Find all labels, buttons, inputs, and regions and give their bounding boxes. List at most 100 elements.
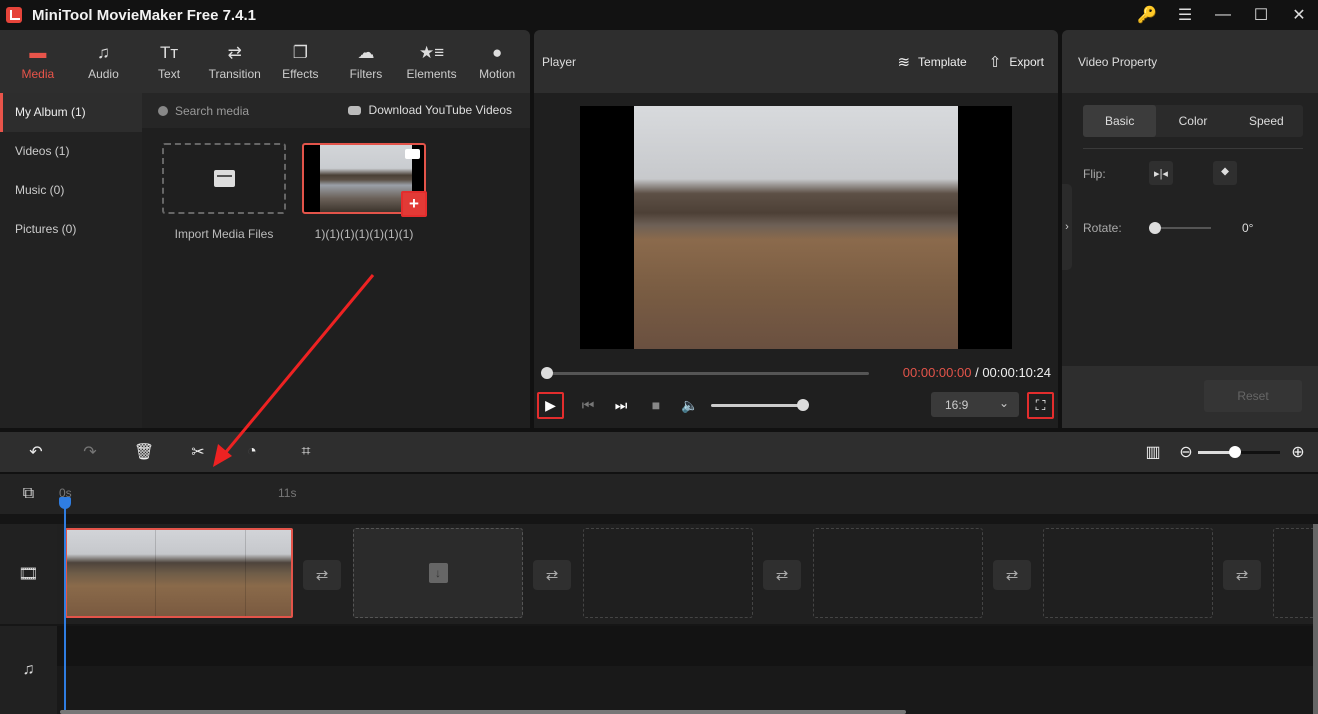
tab-audio[interactable]: ♫ Audio xyxy=(71,30,137,93)
transition-slot-button[interactable]: ⇄ xyxy=(533,560,571,590)
timeline-horizontal-scrollbar[interactable] xyxy=(60,710,906,714)
property-header: Video Property xyxy=(1062,30,1318,93)
motion-icon: ● xyxy=(492,43,503,62)
transition-slot-button[interactable]: ⇄ xyxy=(763,560,801,590)
playback-progress-handle[interactable] xyxy=(541,367,553,379)
time-separator: / xyxy=(971,365,983,380)
folder-icon xyxy=(213,170,235,187)
volume-slider[interactable] xyxy=(711,404,803,407)
template-button[interactable]: ≋ Template xyxy=(897,53,966,71)
import-slot-icon: ↓ xyxy=(428,563,448,583)
add-to-timeline-button[interactable]: + xyxy=(401,191,427,217)
timeline-ruler[interactable]: ⧉ 0s 11s xyxy=(0,474,1318,514)
tab-basic[interactable]: Basic xyxy=(1083,105,1157,137)
tab-label: Motion xyxy=(479,67,516,81)
delete-icon[interactable]: 🗑 xyxy=(132,441,156,463)
player-title: Player xyxy=(542,54,577,69)
transition-slot-button[interactable]: ⇄ xyxy=(1223,560,1261,590)
previous-frame-button[interactable]: ⏮ xyxy=(580,394,596,416)
close-icon[interactable]: ✕ xyxy=(1280,0,1318,30)
media-panel: ▬ Media ♫ Audio Tт Text ⇄ Transition ❐ E… xyxy=(0,30,530,428)
playback-progress-bar[interactable] xyxy=(547,372,869,375)
video-clip[interactable] xyxy=(65,528,293,618)
filters-icon: ☁ xyxy=(357,43,375,62)
zoom-in-icon[interactable]: ⊕ xyxy=(1286,441,1310,463)
tab-label: Filters xyxy=(349,67,383,81)
empty-clip-slot[interactable] xyxy=(813,528,983,618)
transition-slot-button[interactable]: ⇄ xyxy=(303,560,341,590)
total-time: 00:00:10:24 xyxy=(982,365,1051,380)
volume-icon[interactable]: 🔈 xyxy=(680,394,700,416)
video-frame-image xyxy=(634,106,958,349)
empty-clip-slot[interactable] xyxy=(1043,528,1213,618)
tab-label: Media xyxy=(21,67,55,81)
maximize-icon[interactable]: ☐ xyxy=(1242,0,1280,30)
playhead-handle[interactable] xyxy=(59,497,71,509)
export-label: Export xyxy=(1009,54,1044,69)
text-icon: Tт xyxy=(159,43,179,62)
timeline-vertical-scrollbar[interactable] xyxy=(1313,524,1318,714)
search-icon xyxy=(158,105,168,116)
stop-button[interactable]: ■ xyxy=(648,394,664,416)
export-button[interactable]: ⇧ Export xyxy=(989,53,1044,71)
tab-color[interactable]: Color xyxy=(1156,105,1229,137)
property-footer: Reset xyxy=(1062,366,1318,428)
title-bar: MiniTool MovieMaker Free 7.4.1 🔑 ☰ — ☐ ✕ xyxy=(0,0,1318,30)
empty-clip-slot[interactable]: ↓ xyxy=(353,528,523,618)
download-youtube-button[interactable]: Download YouTube Videos xyxy=(347,103,512,117)
rotate-slider[interactable] xyxy=(1154,227,1211,229)
rotate-label: Rotate: xyxy=(1083,221,1122,235)
empty-clip-slot[interactable] xyxy=(583,528,753,618)
play-button[interactable]: ▶ xyxy=(537,392,564,419)
fit-timeline-icon[interactable]: ▥ xyxy=(1141,441,1165,463)
flip-horizontal-button[interactable]: ▸|◂ xyxy=(1149,161,1173,185)
album-item-music[interactable]: Music (0) xyxy=(0,171,142,210)
tab-label: Text xyxy=(158,67,181,81)
fullscreen-button[interactable]: ⛶ xyxy=(1027,392,1054,419)
tab-elements[interactable]: ★≡ Elements xyxy=(399,30,465,93)
tab-label: Effects xyxy=(282,67,319,81)
tab-media[interactable]: ▬ Media xyxy=(5,30,71,93)
tab-text[interactable]: Tт Text xyxy=(136,30,202,93)
media-library: Search media Download YouTube Videos Imp… xyxy=(142,93,530,428)
film-icon: 🎞 xyxy=(0,524,57,624)
collapse-panel-button[interactable]: › xyxy=(1062,184,1072,270)
timeline-zoom-handle[interactable] xyxy=(1229,446,1241,458)
tab-filters[interactable]: ☁ Filters xyxy=(333,30,399,93)
tab-effects[interactable]: ❐ Effects xyxy=(268,30,334,93)
tab-transition[interactable]: ⇄ Transition xyxy=(202,30,268,93)
speed-icon[interactable]: ◔ xyxy=(240,441,264,463)
undo-icon[interactable]: ↶ xyxy=(24,441,48,463)
reset-button[interactable]: Reset xyxy=(1204,380,1302,412)
music-icon: ♫ xyxy=(97,43,110,62)
split-icon[interactable]: ✂ xyxy=(186,441,210,463)
album-item-pictures[interactable]: Pictures (0) xyxy=(0,210,142,249)
empty-clip-slot[interactable] xyxy=(1273,528,1318,618)
timeline-zoom-slider-track[interactable] xyxy=(1236,451,1280,454)
minimize-icon[interactable]: — xyxy=(1204,0,1242,30)
timecode: 00:00:00:00 / 00:00:10:24 xyxy=(903,365,1051,380)
ruler-label: 11s xyxy=(278,486,297,500)
import-media-button[interactable] xyxy=(162,143,286,214)
volume-slider-handle[interactable] xyxy=(797,399,809,411)
zoom-out-icon[interactable]: ⊖ xyxy=(1174,441,1198,463)
audio-track-lane xyxy=(57,666,1318,714)
add-track-icon[interactable]: ⧉ xyxy=(0,474,57,514)
tab-speed[interactable]: Speed xyxy=(1230,105,1303,137)
crop-icon[interactable]: ⌗ xyxy=(294,441,318,463)
elements-icon: ★≡ xyxy=(418,43,445,62)
aspect-ratio-select[interactable]: 16:9 ⌄ xyxy=(931,392,1019,417)
chevron-right-icon: › xyxy=(1065,221,1069,233)
menu-icon[interactable]: ☰ xyxy=(1166,0,1204,30)
tab-motion[interactable]: ● Motion xyxy=(464,30,530,93)
next-frame-button[interactable]: ⏭ xyxy=(613,394,629,416)
rotate-slider-handle[interactable] xyxy=(1149,222,1161,234)
redo-icon[interactable]: ↷ xyxy=(78,441,102,463)
album-item-videos[interactable]: Videos (1) xyxy=(0,132,142,171)
playhead-line[interactable] xyxy=(64,497,66,714)
flip-vertical-button[interactable]: ⯁ xyxy=(1213,161,1237,185)
transition-slot-button[interactable]: ⇄ xyxy=(993,560,1031,590)
key-icon[interactable]: 🔑 xyxy=(1128,0,1166,30)
video-preview[interactable] xyxy=(580,106,1012,349)
album-item-my-album[interactable]: My Album (1) xyxy=(0,93,142,132)
